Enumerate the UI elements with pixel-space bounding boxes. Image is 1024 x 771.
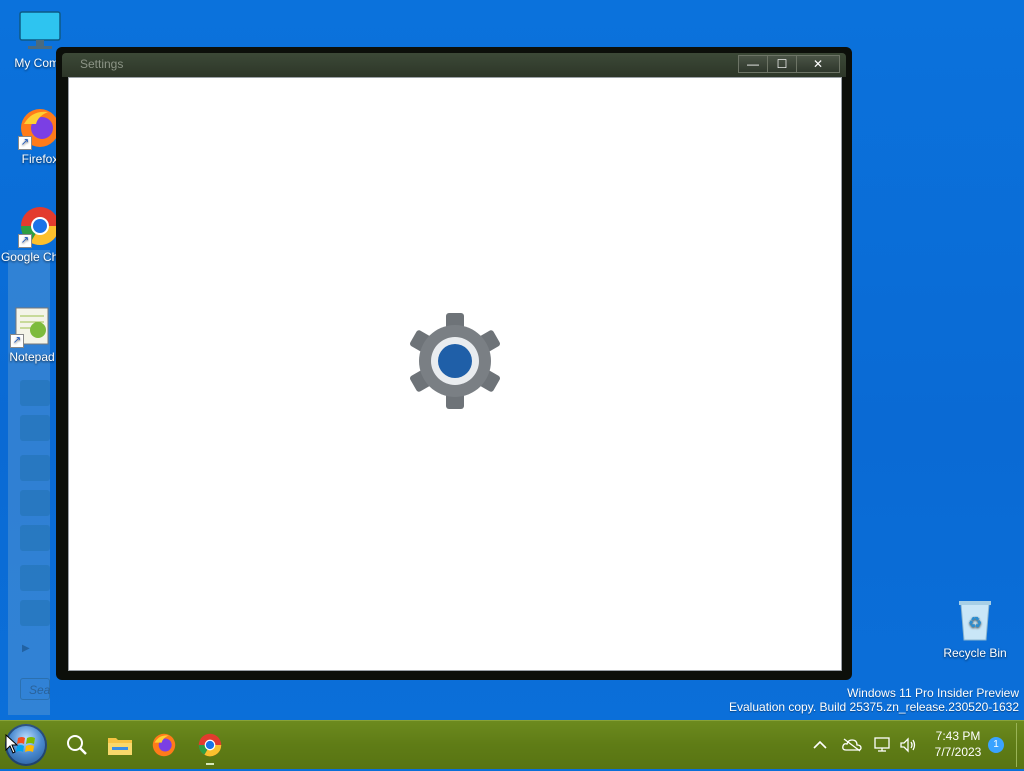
panel-vscode-icon — [20, 600, 50, 626]
notification-badge[interactable]: 1 — [988, 737, 1004, 753]
cloud-offline-icon — [842, 738, 862, 752]
clock-time: 7:43 PM — [935, 729, 981, 743]
close-button[interactable]: ✕ — [796, 55, 840, 73]
settings-gear-icon — [405, 311, 505, 411]
windows-watermark: Windows 11 Pro Insider Preview Evaluatio… — [729, 686, 1019, 714]
desktop-icon-label: Recycle Bin — [943, 646, 1007, 660]
chrome-icon — [198, 733, 222, 757]
window-controls: — ☐ ✕ — [738, 55, 840, 73]
maximize-button[interactable]: ☐ — [767, 55, 797, 73]
window-titlebar[interactable]: Settings — ☐ ✕ — [62, 53, 846, 77]
show-desktop-button[interactable] — [1016, 723, 1023, 767]
panel-expand-icon: ▶ — [22, 643, 30, 654]
recycle-bin-icon: ♻ — [955, 598, 995, 642]
panel-notepad-icon — [20, 490, 50, 516]
panel-app-icon — [20, 455, 50, 481]
tray-volume-button[interactable] — [896, 721, 920, 769]
svg-text:♻: ♻ — [968, 613, 982, 632]
taskbar: 7:43 PM 7/7/2023 1 — [0, 720, 1024, 769]
taskbar-clock[interactable]: 7:43 PM 7/7/2023 — [926, 728, 990, 760]
notepad-plus-icon: ↗ — [10, 304, 54, 348]
panel-terminal-icon — [20, 525, 50, 551]
shortcut-arrow-icon: ↗ — [10, 334, 24, 348]
panel-app-icon — [20, 565, 50, 591]
settings-window: Settings — ☐ ✕ — [56, 47, 852, 680]
tray-network-button[interactable] — [871, 721, 895, 769]
taskbar-search-button[interactable] — [59, 727, 95, 763]
panel-app-icon — [20, 380, 50, 406]
network-icon — [874, 737, 890, 752]
minimize-button[interactable]: — — [738, 55, 768, 73]
taskbar-file-explorer[interactable] — [102, 727, 138, 763]
clock-date: 7/7/2023 — [934, 745, 982, 759]
window-title: Settings — [80, 57, 124, 71]
mouse-cursor-icon — [5, 733, 19, 759]
watermark-build: Evaluation copy. Build 25375.zn_release.… — [729, 700, 1019, 714]
search-icon — [67, 735, 87, 755]
firefox-icon — [152, 733, 176, 757]
window-content — [68, 77, 842, 671]
shortcut-arrow-icon: ↗ — [18, 136, 32, 150]
taskbar-firefox[interactable] — [146, 727, 182, 763]
taskbar-chrome[interactable] — [192, 727, 228, 765]
shortcut-arrow-icon: ↗ — [18, 234, 32, 248]
show-hidden-icons-button[interactable] — [808, 721, 832, 769]
panel-calculator-icon — [20, 415, 50, 441]
monitor-icon — [18, 10, 62, 54]
running-indicator — [206, 763, 214, 765]
folder-icon — [108, 738, 132, 755]
watermark-edition: Windows 11 Pro Insider Preview — [847, 686, 1019, 700]
tray-onedrive-button[interactable] — [840, 721, 864, 769]
chevron-up-icon — [813, 740, 827, 749]
speaker-icon — [900, 737, 916, 753]
panel-search-input: Sea — [20, 678, 50, 700]
desktop-icon-recycle-bin[interactable]: ♻ Recycle Bin — [935, 598, 1015, 660]
